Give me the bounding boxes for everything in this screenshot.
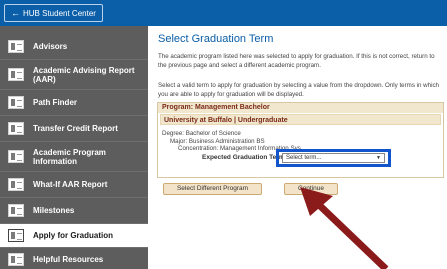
arrow-shaft — [313, 199, 389, 269]
annotation-arrow — [300, 187, 389, 269]
